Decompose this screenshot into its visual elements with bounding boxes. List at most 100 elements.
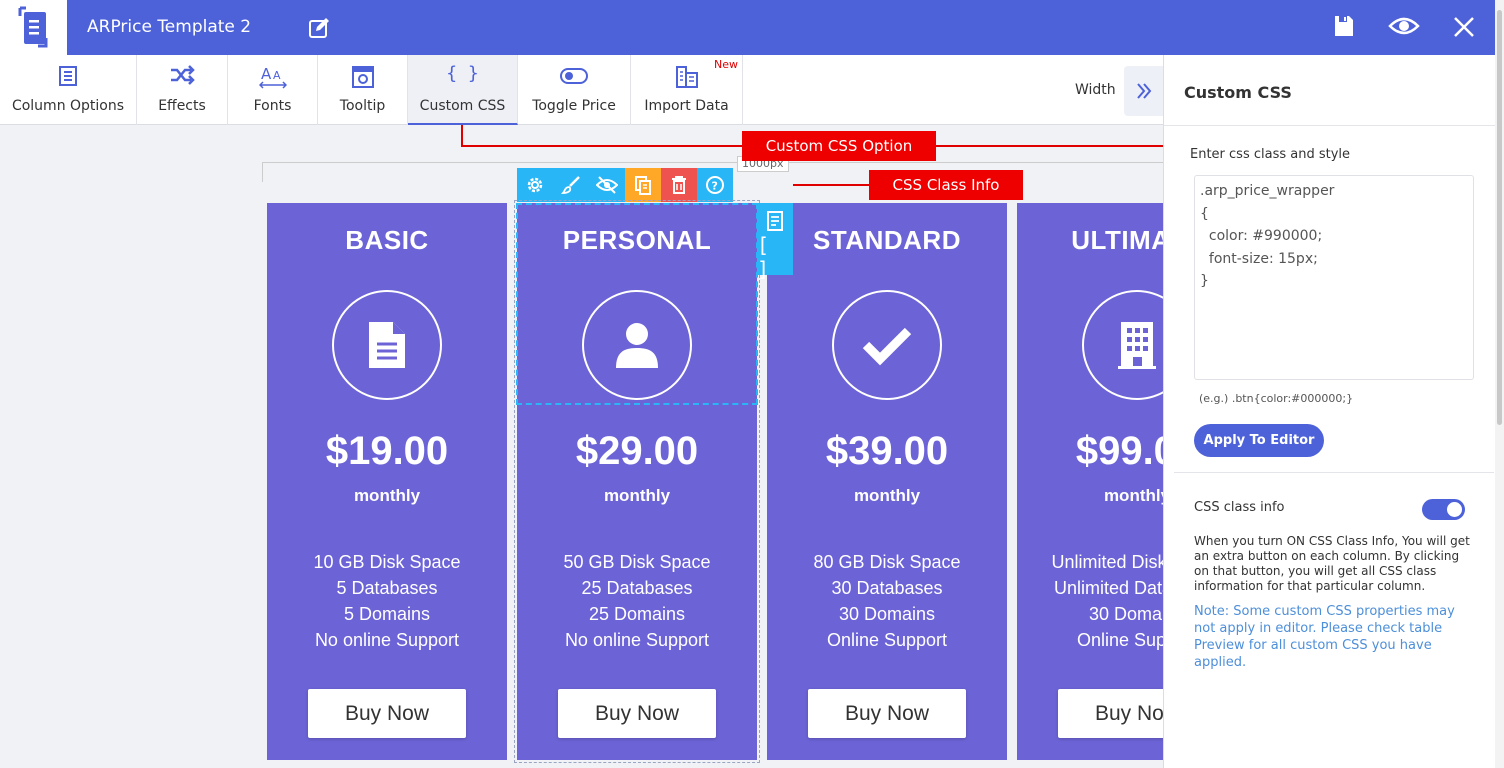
feature-item: 80 GB Disk Space: [813, 552, 961, 572]
css-class-info-description: When you turn ON CSS Class Info, You wil…: [1194, 534, 1470, 593]
tool-column-options[interactable]: Column Options: [0, 55, 137, 125]
feature-list: Unlimited Disk Space Unlimited Databases…: [1017, 549, 1163, 653]
tool-tooltip[interactable]: Tooltip: [318, 55, 408, 125]
feature-item: 30 Domains: [1088, 604, 1163, 624]
pricing-column-basic[interactable]: BASIC $19.00 monthly 10 GB Disk Space 5 …: [267, 203, 507, 760]
feature-item: Online Support: [826, 630, 948, 650]
column-price: $19.00: [325, 429, 449, 473]
column-price: $39.00: [825, 429, 949, 473]
feature-list: 50 GB Disk Space 25 Databases 25 Domains…: [517, 549, 757, 653]
help-icon[interactable]: ?: [697, 168, 733, 202]
custom-css-panel: Custom CSS Enter css class and style .ar…: [1163, 55, 1504, 768]
tool-label: Custom CSS: [419, 98, 506, 114]
buy-now-button[interactable]: Buy Now: [558, 689, 716, 738]
tool-toggle-price[interactable]: Toggle Price: [518, 55, 631, 125]
tool-label: Fonts: [253, 98, 292, 114]
save-icon[interactable]: [1333, 14, 1355, 42]
column-period: monthly: [853, 486, 921, 505]
css-class-info-label: CSS class info: [1194, 500, 1285, 515]
editor-toolbar: Column Options Effects AA Fonts Tooltip …: [0, 55, 1163, 125]
tool-label: Tooltip: [339, 98, 386, 114]
pricing-column-personal[interactable]: PERSONAL $29.00 monthly 50 GB Disk Space…: [514, 200, 760, 763]
callout-line: [935, 145, 1163, 147]
app-header: ARPrice Template 2: [0, 0, 1504, 55]
example-hint: (e.g.) .btn{color:#000000;}: [1199, 392, 1354, 405]
double-chevron-right-icon: [1137, 83, 1152, 99]
svg-text:A: A: [261, 65, 272, 83]
feature-item: 50 GB Disk Space: [563, 552, 711, 572]
column-options-icon: [58, 65, 78, 91]
feature-item: 30 Databases: [831, 578, 943, 598]
feature-list: 10 GB Disk Space 5 Databases 5 Domains N…: [267, 549, 507, 653]
page-scrollbar[interactable]: [1495, 0, 1504, 768]
callout-line: [461, 145, 743, 147]
delete-icon[interactable]: [661, 168, 697, 202]
column-title: BASIC: [345, 225, 429, 255]
new-badge: New: [714, 58, 738, 71]
tool-label: Column Options: [11, 98, 125, 114]
shuffle-icon: [169, 65, 195, 89]
callout-line: [461, 125, 463, 147]
edit-icon[interactable]: [308, 17, 330, 43]
column-period: monthly: [353, 486, 421, 505]
import-icon: [675, 65, 699, 93]
checkmark-icon: [862, 327, 912, 366]
column-period: monthly: [1103, 486, 1163, 505]
custom-css-option-callout: Custom CSS Option: [742, 131, 936, 161]
settings-icon[interactable]: [517, 168, 553, 202]
preview-eye-icon[interactable]: [1388, 14, 1420, 42]
feature-item: 10 GB Disk Space: [313, 552, 461, 572]
column-icon-circle: [582, 290, 692, 400]
column-action-bar: ?: [517, 168, 733, 202]
template-title: ARPrice Template 2: [87, 17, 252, 37]
brackets-icon[interactable]: [ ]: [757, 233, 793, 281]
tool-fonts[interactable]: AA Fonts: [228, 55, 318, 125]
feature-item: Online Support: [1076, 630, 1163, 650]
apply-to-editor-button[interactable]: Apply To Editor: [1194, 424, 1324, 457]
column-icon-circle: [1082, 290, 1163, 400]
tool-custom-css[interactable]: { } Custom CSS: [408, 55, 518, 125]
scrollbar-thumb[interactable]: [1497, 10, 1502, 425]
feature-item: 25 Domains: [588, 604, 686, 624]
feature-item: No online Support: [314, 630, 460, 650]
buy-now-button[interactable]: Buy Now: [1058, 689, 1163, 738]
column-side-actions: [ ]: [757, 203, 793, 281]
tool-label: Effects: [158, 98, 206, 114]
feature-item: 25 Databases: [581, 578, 693, 598]
svg-text:?: ?: [712, 180, 718, 193]
callout-line: [793, 184, 869, 186]
close-icon[interactable]: [1453, 16, 1475, 42]
buy-now-button[interactable]: Buy Now: [808, 689, 966, 738]
pricing-column-standard[interactable]: STANDARD $39.00 monthly 80 GB Disk Space…: [767, 203, 1007, 760]
css-class-info-toggle[interactable]: [1422, 499, 1465, 520]
font-icon: AA: [258, 65, 287, 93]
toggle-icon: [559, 65, 589, 91]
column-price: $99.00: [1075, 429, 1163, 473]
buy-now-button[interactable]: Buy Now: [308, 689, 466, 738]
duplicate-icon[interactable]: [625, 168, 661, 202]
logo-icon: [18, 6, 48, 48]
css-input-label: Enter css class and style: [1190, 147, 1351, 162]
toggle-knob: [1447, 502, 1462, 517]
tool-effects[interactable]: Effects: [137, 55, 228, 125]
divider: [1174, 472, 1494, 473]
feature-list: 80 GB Disk Space 30 Databases 30 Domains…: [767, 549, 1007, 653]
feature-item: Unlimited Disk Space: [1051, 552, 1163, 572]
collapse-panel-button[interactable]: [1124, 66, 1164, 116]
building-icon: [1118, 322, 1156, 369]
css-class-info-callout: CSS Class Info: [869, 170, 1023, 200]
tool-label: Toggle Price: [532, 98, 616, 114]
pricing-column-ultimate[interactable]: ULTIMATE $99.00 monthly Unlimited Disk S…: [1017, 203, 1163, 760]
tool-label: Import Data: [644, 98, 729, 114]
logo[interactable]: [0, 0, 67, 55]
column-title: ULTIMATE: [1071, 225, 1163, 255]
brush-icon[interactable]: [553, 168, 589, 202]
hide-icon[interactable]: [589, 168, 625, 202]
braces-icon: { }: [446, 63, 479, 84]
column-price: $29.00: [575, 429, 699, 473]
css-textarea[interactable]: .arp_price_wrapper { color: #990000; fon…: [1194, 175, 1474, 380]
panel-title: Custom CSS: [1184, 83, 1292, 102]
width-label: Width: [1075, 82, 1116, 98]
column-title: PERSONAL: [562, 225, 712, 255]
column-period: monthly: [603, 486, 671, 505]
